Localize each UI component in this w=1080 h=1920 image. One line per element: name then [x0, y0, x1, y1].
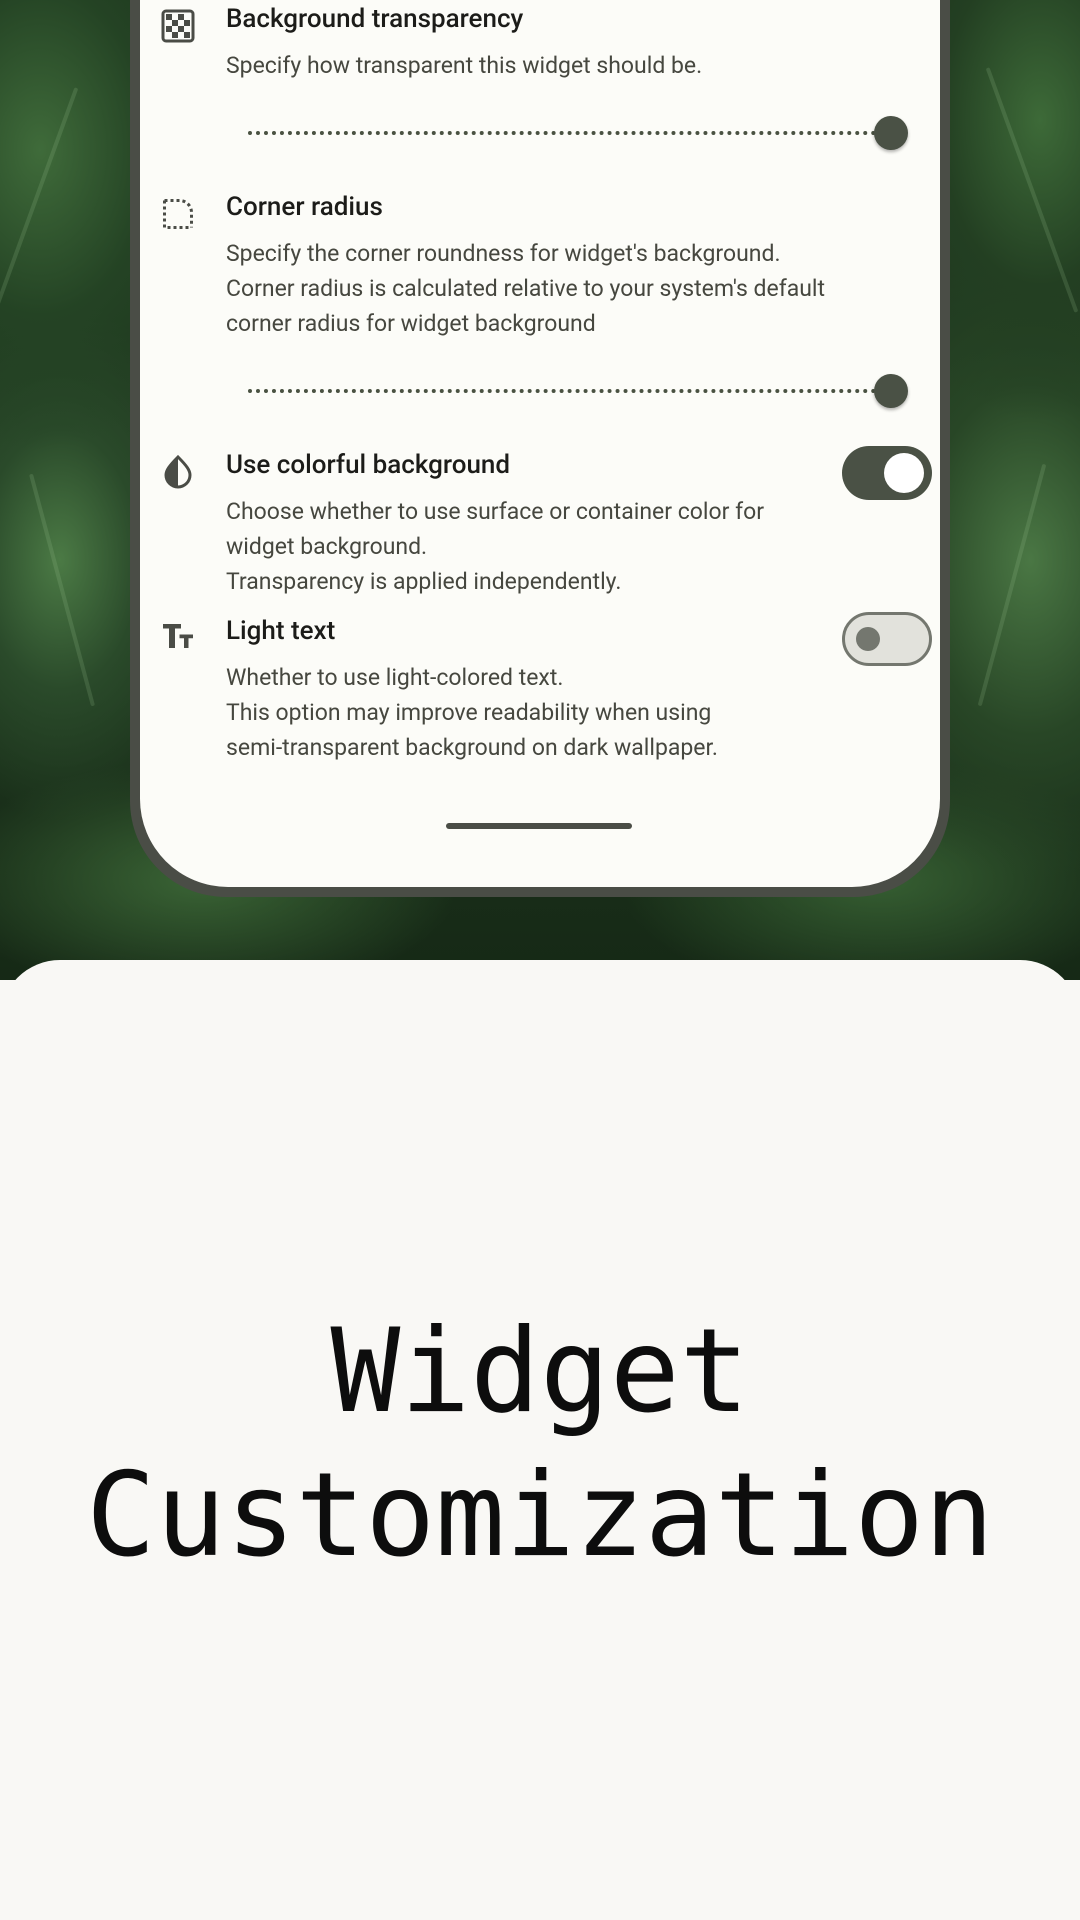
light-text-toggle[interactable]	[842, 612, 932, 666]
contrast-drop-icon	[160, 454, 196, 490]
setting-description: Specify how transparent this widget shou…	[226, 52, 703, 79]
setting-description: Choose whether to use surface or contain…	[226, 498, 764, 595]
setting-description: Specify the corner roundness for widget'…	[226, 240, 826, 337]
gesture-navigation-handle[interactable]	[446, 823, 632, 829]
settings-screen: Background transparency Specify how tran…	[140, 0, 940, 887]
colorful-background-toggle[interactable]	[842, 446, 932, 500]
checkerboard-transparency-icon	[160, 8, 196, 44]
phone-frame: Background transparency Specify how tran…	[130, 0, 950, 897]
setting-title: Corner radius	[226, 192, 383, 222]
setting-title: Light text	[226, 616, 336, 646]
rounded-corner-icon	[160, 196, 196, 232]
toggle-knob	[884, 453, 924, 493]
slider-track	[248, 389, 908, 393]
slider-track	[248, 131, 908, 135]
setting-title: Background transparency	[226, 4, 524, 34]
toggle-knob	[856, 627, 880, 651]
text-size-icon	[160, 618, 196, 654]
setting-description: Whether to use light-colored text. This …	[226, 664, 718, 761]
slider-thumb[interactable]	[874, 116, 908, 150]
feature-headline: Widget Customization	[86, 1304, 994, 1583]
setting-title: Use colorful background	[226, 450, 511, 480]
corner-radius-slider[interactable]	[248, 371, 908, 411]
slider-thumb[interactable]	[874, 374, 908, 408]
transparency-slider[interactable]	[248, 113, 908, 153]
